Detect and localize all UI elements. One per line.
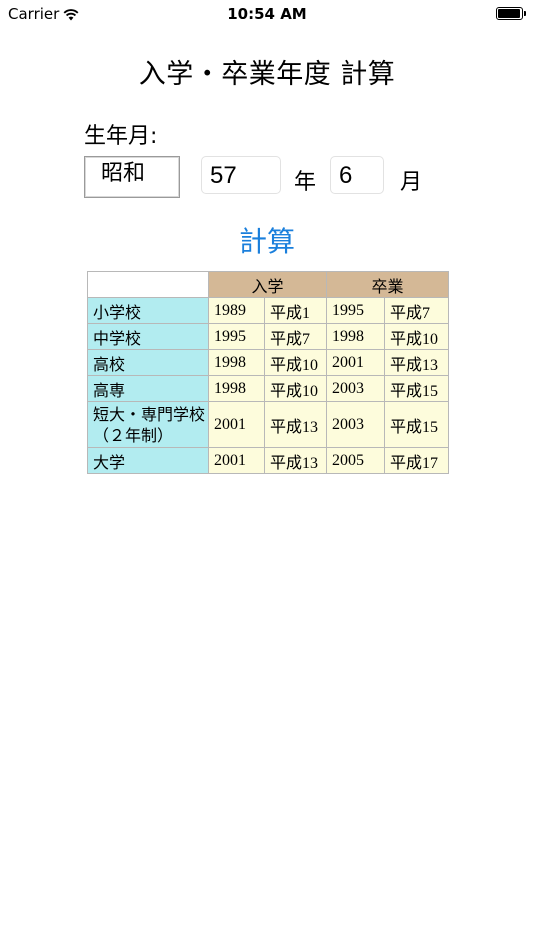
table-row: 小学校 1989 平成1 1995 平成7 [87,297,449,324]
table-row: 高専 1998 平成10 2003 平成15 [87,375,449,402]
grad-era: 平成10 [384,323,449,350]
status-bar: Carrier 10:54 AM [0,0,534,28]
grad-era: 平成7 [384,297,449,324]
grad-era: 平成15 [384,401,449,448]
era-selector[interactable]: 昭和 [84,156,180,198]
calculate-button[interactable]: 計算 [0,220,534,260]
result-table: 入学 卒業 小学校 1989 平成1 1995 平成7 中学校 1995 平成7… [87,271,449,474]
month-input[interactable]: 6 [330,156,384,194]
enter-year: 2001 [208,401,265,448]
grad-era: 平成13 [384,349,449,376]
enter-year: 2001 [208,447,265,474]
enter-era: 平成1 [264,297,327,324]
grad-year: 1998 [326,323,385,350]
grad-year: 2005 [326,447,385,474]
clock: 10:54 AM [227,5,307,23]
header-enter: 入学 [208,271,327,298]
year-unit-label: 年 [294,170,317,195]
enter-year: 1989 [208,297,265,324]
table-row: 中学校 1995 平成7 1998 平成10 [87,323,449,350]
table-row: 高校 1998 平成10 2001 平成13 [87,349,449,376]
enter-year: 1995 [208,323,265,350]
enter-year: 1998 [208,375,265,402]
birth-date-label: 生年月: [84,124,158,149]
year-input[interactable]: 57 [201,156,281,194]
grad-era: 平成15 [384,375,449,402]
battery-icon [496,7,526,20]
school-name: 大学 [87,447,209,474]
grad-year: 2001 [326,349,385,376]
grad-era: 平成17 [384,447,449,474]
enter-era: 平成10 [264,375,327,402]
table-row: 短大・専門学校（２年制） 2001 平成13 2003 平成15 [87,401,449,448]
table-header-row: 入学 卒業 [87,271,449,298]
grad-year: 2003 [326,401,385,448]
enter-year: 1998 [208,349,265,376]
school-name: 高専 [87,375,209,402]
enter-era: 平成10 [264,349,327,376]
school-name: 高校 [87,349,209,376]
enter-era: 平成13 [264,447,327,474]
header-blank [87,271,209,298]
enter-era: 平成13 [264,401,327,448]
month-unit-label: 月 [400,170,423,195]
school-name: 小学校 [87,297,209,324]
grad-year: 1995 [326,297,385,324]
school-name: 中学校 [87,323,209,350]
enter-era: 平成7 [264,323,327,350]
header-graduate: 卒業 [326,271,449,298]
page-title: 入学・卒業年度 計算 [138,59,396,90]
grad-year: 2003 [326,375,385,402]
school-name: 短大・専門学校（２年制） [87,401,209,448]
table-row: 大学 2001 平成13 2005 平成17 [87,447,449,474]
